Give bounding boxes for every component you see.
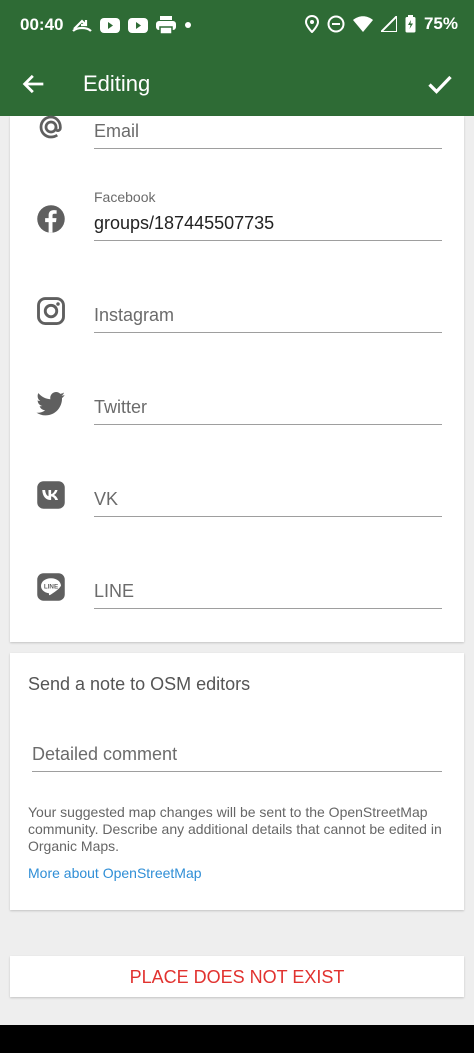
line-field[interactable]: LINE: [94, 573, 442, 609]
youtube-icon: [128, 17, 148, 33]
checkmark-icon[interactable]: [426, 70, 454, 98]
place-not-exist-card: PLACE DOES NOT EXIST: [10, 956, 464, 997]
contacts-card: Email Facebook groups/187445507735 Insta…: [10, 115, 464, 642]
back-arrow-icon[interactable]: [20, 70, 48, 98]
navigation-bar: [0, 1025, 474, 1053]
youtube-icon: [100, 17, 120, 33]
osm-note-card: Send a note to OSM editors Detailed comm…: [10, 653, 464, 910]
status-time: 00:40: [20, 15, 64, 34]
more-about-osm-link[interactable]: More about OpenStreetMap: [28, 865, 202, 881]
system-icons: 75%: [304, 14, 458, 34]
facebook-row: Facebook groups/187445507735: [10, 186, 464, 278]
battery-percent: 75%: [423, 14, 458, 33]
facebook-field[interactable]: groups/187445507735: [94, 205, 442, 241]
line-placeholder: LINE: [94, 581, 135, 601]
note-title: Send a note to OSM editors: [28, 674, 251, 694]
line-icon: LINE: [37, 573, 65, 601]
facebook-label: Facebook: [94, 189, 156, 205]
line-row: LINE LINE: [10, 554, 464, 646]
twitter-row: Twitter: [10, 370, 464, 462]
email-placeholder: Email: [94, 121, 140, 141]
missed-call-icon: [72, 19, 92, 32]
vk-icon: [37, 481, 65, 509]
twitter-field[interactable]: Twitter: [94, 389, 442, 425]
wifi-icon: [352, 16, 373, 32]
facebook-icon: [37, 205, 65, 233]
signal-icon: [380, 16, 397, 32]
twitter-icon: [36, 392, 65, 416]
email-row: Email: [10, 102, 464, 194]
printer-icon: [156, 16, 176, 34]
svg-text:LINE: LINE: [44, 583, 58, 590]
status-bar: 00:40 75%: [0, 0, 474, 52]
comment-placeholder: Detailed comment: [32, 744, 178, 764]
vk-placeholder: VK: [94, 489, 119, 509]
location-icon: [304, 15, 319, 33]
detailed-comment-field[interactable]: Detailed comment: [32, 735, 442, 772]
vk-field[interactable]: VK: [94, 481, 442, 517]
place-does-not-exist-button[interactable]: PLACE DOES NOT EXIST: [10, 956, 464, 997]
dot-icon: [185, 22, 191, 28]
battery-icon: [405, 15, 416, 33]
twitter-placeholder: Twitter: [94, 397, 148, 417]
instagram-row: Instagram: [10, 278, 464, 370]
instagram-icon: [37, 297, 65, 325]
at-icon: [39, 115, 62, 139]
dnd-icon: [327, 15, 345, 33]
instagram-field[interactable]: Instagram: [94, 297, 442, 333]
email-field[interactable]: Email: [94, 113, 442, 149]
instagram-placeholder: Instagram: [94, 305, 175, 325]
notification-icons: [72, 16, 192, 34]
vk-row: VK: [10, 462, 464, 554]
facebook-value: groups/187445507735: [94, 213, 275, 233]
note-disclaimer: Your suggested map changes will be sent …: [28, 804, 442, 854]
page-title: Editing: [83, 71, 151, 96]
